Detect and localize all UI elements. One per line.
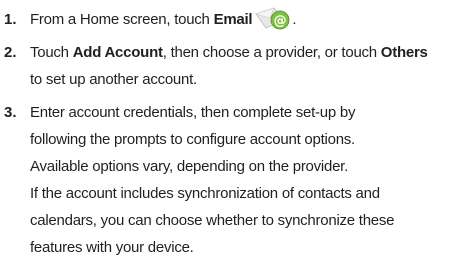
step-3-line-2: following the prompts to configure accou… [30,131,355,148]
email-app-icon: @ [254,6,292,30]
step-2-line-1: Touch Add Account, then choose a provide… [30,39,472,66]
others-label: Others [380,44,428,61]
add-account-label: Add Account [72,44,163,61]
email-app-name: Email [213,11,253,28]
step-1-period: . [292,11,297,28]
step-number: 1. [4,11,17,28]
step-2-text-b: , then choose a provider, or touch [162,44,381,61]
step-2: 2. Touch Add Account, then choose a prov… [0,39,472,93]
step-1-line-1: From a Home screen, touch Email @ . [30,6,472,33]
step-3-line-6: features with your device. [30,239,194,256]
svg-text:@: @ [274,14,287,29]
step-1-text: From a Home screen, touch [30,11,214,28]
step-number: 3. [4,104,17,121]
instruction-steps: 1. From a Home screen, touch Email @ . 2… [0,0,472,261]
step-3-line-4: If the account includes synchronization … [30,185,380,202]
step-3-line-5: calendars, you can choose whether to syn… [30,212,395,229]
step-2-line-2: to set up another account. [30,71,197,88]
step-2-text-a: Touch [30,44,73,61]
step-3-line-1: Enter account credentials, then complete… [30,104,356,121]
step-3-line-3: Available options vary, depending on the… [30,158,349,175]
step-3: 3. Enter account credentials, then compl… [0,99,472,261]
step-1: 1. From a Home screen, touch Email @ . [0,6,472,33]
step-number: 2. [4,44,17,61]
